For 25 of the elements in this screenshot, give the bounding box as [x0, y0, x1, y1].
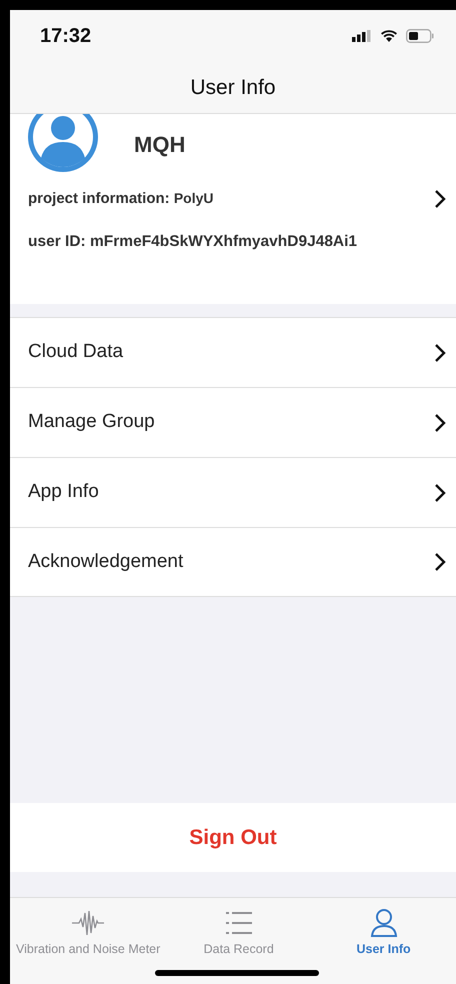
chevron-icon	[434, 482, 446, 502]
status-time: 17:32	[40, 24, 92, 49]
wifi-icon	[380, 29, 398, 43]
menu-label: App Info	[28, 480, 99, 504]
user-name: MQH	[134, 131, 186, 159]
screen-title: User Info	[190, 74, 276, 101]
chevron-icon	[434, 552, 446, 572]
waveform-icon	[71, 908, 106, 938]
menu-label: Cloud Data	[28, 340, 124, 364]
menu-row[interactable]: Manage Group	[10, 387, 456, 457]
menu-row[interactable]: Cloud Data	[10, 317, 456, 387]
chevron-icon	[434, 412, 446, 432]
menu-label: Acknowledgement	[28, 550, 184, 574]
signal-icon	[352, 30, 372, 42]
project-information: project information: PolyU	[28, 189, 214, 209]
battery-icon	[406, 29, 434, 43]
menu-label: Manage Group	[28, 410, 155, 434]
menu-row[interactable]: App Info	[10, 457, 456, 527]
chevron-icon	[434, 342, 446, 362]
person-icon	[370, 908, 398, 938]
tab[interactable]: User Info	[311, 898, 456, 984]
sign-out-button[interactable]: Sign Out	[10, 803, 456, 872]
chevron-icon[interactable]	[434, 189, 446, 210]
menu-row[interactable]: Acknowledgement	[10, 527, 456, 597]
user-id: user ID: mFrmeF4bSkWYXhfmyavhD9J48Ai1	[28, 232, 358, 252]
